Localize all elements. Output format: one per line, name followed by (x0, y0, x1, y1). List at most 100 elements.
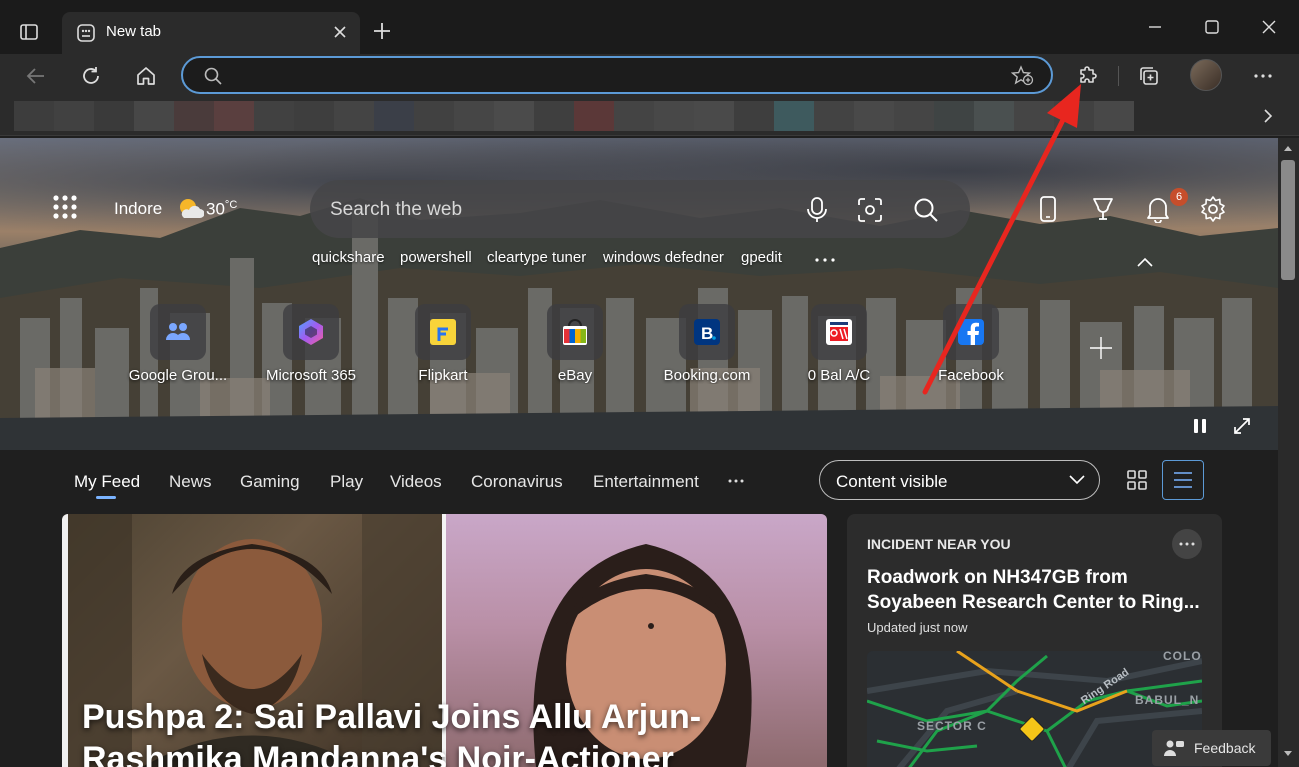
scroll-up-icon[interactable] (1283, 144, 1293, 152)
favorite-item[interactable] (254, 101, 294, 131)
quick-link-tile[interactable] (415, 304, 471, 360)
maximize-button[interactable] (1197, 14, 1227, 40)
map-label-babul: BABUL_N (1135, 693, 1200, 707)
trending-search-link[interactable]: quickshare (312, 249, 385, 266)
favorite-item[interactable] (614, 101, 654, 131)
favorite-item[interactable] (14, 101, 54, 131)
scrollbar-thumb[interactable] (1281, 160, 1295, 280)
quick-link-tile[interactable]: B (679, 304, 735, 360)
new-tab-button[interactable] (368, 17, 396, 45)
weather-temperature[interactable]: 30°C (206, 199, 237, 220)
favorite-item[interactable] (294, 101, 334, 131)
favorite-item[interactable] (454, 101, 494, 131)
microphone-icon[interactable] (804, 196, 830, 224)
feed-tab-news[interactable]: News (169, 472, 212, 492)
incident-title[interactable]: Roadwork on NH347GB from Soyabeen Resear… (867, 565, 1207, 615)
web-search-box[interactable]: Search the web (310, 180, 970, 238)
quick-link-tile[interactable] (283, 304, 339, 360)
favorite-item[interactable] (934, 101, 974, 131)
incident-more-button[interactable] (1172, 529, 1202, 559)
back-button[interactable] (20, 61, 52, 91)
favorite-item[interactable] (94, 101, 134, 131)
weather-location[interactable]: Indore (114, 199, 162, 219)
more-tabs-icon[interactable] (728, 478, 744, 484)
favorite-item[interactable] (214, 101, 254, 131)
feed-tab-coronavirus[interactable]: Coronavirus (471, 472, 563, 492)
page-scrollbar[interactable] (1278, 138, 1299, 767)
favorite-item[interactable] (1094, 101, 1134, 131)
address-bar[interactable] (181, 56, 1053, 94)
page-settings-button[interactable] (1198, 194, 1228, 224)
tab-new-tab[interactable]: New tab (62, 12, 360, 54)
profile-avatar[interactable] (1190, 59, 1222, 91)
favorite-item[interactable] (654, 101, 694, 131)
favorite-item[interactable] (54, 101, 94, 131)
feed-tab-entertainment[interactable]: Entertainment (593, 472, 699, 492)
favorite-item[interactable] (1014, 101, 1054, 131)
close-window-button[interactable] (1254, 14, 1284, 40)
favorite-item[interactable] (414, 101, 454, 131)
trending-search-link[interactable]: windows defedner (603, 249, 724, 266)
home-button[interactable] (130, 61, 162, 91)
gear-icon (1201, 196, 1225, 222)
visual-search-icon[interactable] (856, 196, 884, 224)
mobile-app-button[interactable] (1033, 194, 1063, 224)
feed-tab-play[interactable]: Play (330, 472, 363, 492)
apps-launcher-button[interactable] (52, 194, 78, 225)
favorite-item[interactable] (734, 101, 774, 131)
close-tab-icon[interactable] (332, 24, 348, 40)
feed-tab-videos[interactable]: Videos (390, 472, 442, 492)
content-visibility-dropdown[interactable]: Content visible (819, 460, 1100, 500)
search-submit-icon[interactable] (912, 196, 940, 224)
more-trending-icon[interactable] (814, 256, 836, 264)
scroll-down-icon[interactable] (1283, 750, 1293, 758)
favorite-item[interactable] (694, 101, 734, 131)
favorite-item[interactable] (334, 101, 374, 131)
notifications-button[interactable] (1143, 194, 1173, 224)
minimize-button[interactable] (1140, 14, 1170, 40)
tab-actions-button[interactable] (14, 17, 44, 47)
trending-search-link[interactable]: powershell (400, 249, 472, 266)
partly-sunny-icon[interactable] (176, 196, 204, 220)
favorite-item[interactable] (534, 101, 574, 131)
grid-view-button[interactable] (1122, 464, 1152, 496)
favorite-item[interactable] (574, 101, 614, 131)
quick-link-tile[interactable] (150, 304, 206, 360)
extensions-button[interactable] (1072, 61, 1104, 91)
top-story-headline[interactable]: Pushpa 2: Sai Pallavi Joins Allu Arjun-R… (82, 696, 822, 767)
list-view-button[interactable] (1162, 460, 1204, 500)
rewards-button[interactable] (1088, 194, 1118, 224)
favorite-item[interactable] (854, 101, 894, 131)
quick-link-tile[interactable] (811, 304, 867, 360)
favorite-item[interactable] (174, 101, 214, 131)
favorite-item[interactable] (894, 101, 934, 131)
pause-background-icon[interactable] (1190, 416, 1210, 436)
quick-link-label: Flipkart (418, 367, 468, 384)
collections-button[interactable] (1133, 61, 1165, 91)
favorite-item[interactable] (134, 101, 174, 131)
quick-link-tile[interactable] (547, 304, 603, 360)
favorite-item[interactable] (494, 101, 534, 131)
favorite-item[interactable] (974, 101, 1014, 131)
refresh-button[interactable] (75, 61, 107, 91)
trending-search-link[interactable]: cleartype tuner (487, 249, 586, 266)
favorite-item[interactable] (1054, 101, 1094, 131)
trending-search-link[interactable]: gpedit (741, 249, 782, 266)
favorite-item[interactable] (374, 101, 414, 131)
add-favorite-icon[interactable] (1011, 65, 1035, 87)
bell-icon (1147, 198, 1169, 223)
incident-updated-time: Updated just now (867, 620, 968, 635)
favorite-item[interactable] (814, 101, 854, 131)
settings-and-more-button[interactable] (1247, 61, 1279, 91)
add-quick-link-icon[interactable] (1088, 335, 1114, 361)
favorite-item[interactable] (774, 101, 814, 131)
feed-tab-gaming[interactable]: Gaming (240, 472, 300, 492)
top-story-card[interactable]: Pushpa 2: Sai Pallavi Joins Allu Arjun-R… (62, 514, 827, 767)
expand-background-icon[interactable] (1232, 416, 1252, 436)
collapse-chevron-up-icon[interactable] (1136, 256, 1154, 268)
feed-tab-my-feed[interactable]: My Feed (74, 472, 140, 492)
feedback-button[interactable]: Feedback (1152, 730, 1271, 766)
favorites-overflow-button[interactable] (1256, 104, 1280, 128)
quick-link-tile[interactable] (943, 304, 999, 360)
address-input[interactable] (233, 62, 993, 88)
